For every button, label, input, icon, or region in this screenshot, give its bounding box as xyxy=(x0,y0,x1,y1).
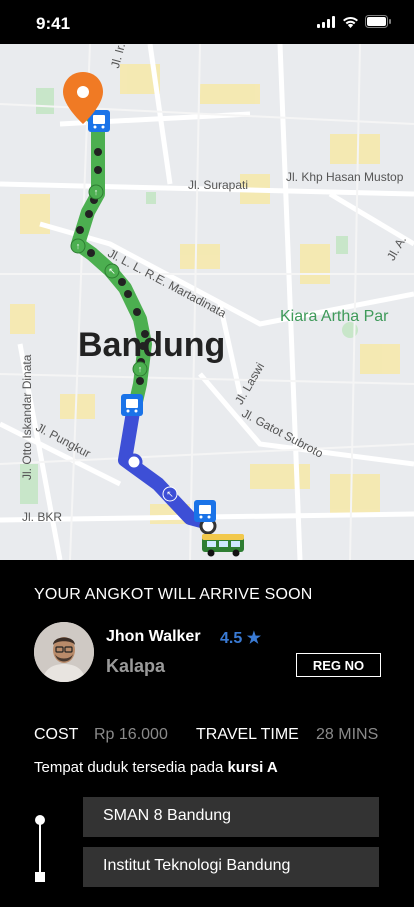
cost-label: COST xyxy=(34,726,79,743)
wifi-icon xyxy=(343,16,358,28)
reg-no-button[interactable]: REG NO xyxy=(296,653,381,677)
svg-text:↑: ↑ xyxy=(94,187,99,197)
destination-field[interactable]: Institut Teknologi Bandung xyxy=(83,847,379,887)
street-label: Jl. Surapati xyxy=(188,178,249,192)
travel-time-value: 28 MINS xyxy=(316,726,379,743)
street-label: Jl. Khp Hasan Mustop xyxy=(286,170,404,184)
route-line-icon xyxy=(35,815,45,882)
travel-time-label: TRAVEL TIME xyxy=(196,726,299,743)
svg-text:↑: ↑ xyxy=(76,241,81,251)
status-icons xyxy=(317,15,392,28)
signal-icon xyxy=(317,15,335,28)
seat-info-text: Tempat duduk tersedia pada xyxy=(34,759,228,776)
seat-info: Tempat duduk tersedia pada kursi A xyxy=(34,759,278,776)
angkot-route-name: Kalapa xyxy=(106,656,166,676)
origin-field[interactable]: SMAN 8 Bandung xyxy=(83,797,379,837)
street-label: Jl. Otto Iskandar Dinata xyxy=(20,354,34,480)
battery-icon xyxy=(365,15,391,28)
driver-photo xyxy=(34,622,94,682)
map-view[interactable]: ↑ ↑ ↖ ↑ ↖ Jl. Ir. H. Jl. Surapati Jl. Kh… xyxy=(0,44,414,560)
street-label: Jl. BKR xyxy=(22,510,63,524)
park-label: Kiara Artha Par xyxy=(280,308,389,325)
driver-name: Jhon Walker xyxy=(106,628,201,645)
driver-rating: 4.5 ★ xyxy=(220,630,262,647)
seat-number: kursi A xyxy=(227,759,278,776)
trip-panel: YOUR ANGKOT WILL ARRIVE SOON Jhon Walker… xyxy=(0,560,414,907)
status-bar: 9:41 xyxy=(0,0,414,44)
status-time: 9:41 xyxy=(36,14,71,33)
bus-stop-icon[interactable] xyxy=(121,394,143,416)
arrival-title: YOUR ANGKOT WILL ARRIVE SOON xyxy=(34,586,313,603)
bus-stop-icon[interactable] xyxy=(194,500,216,522)
cost-value: Rp 16.000 xyxy=(94,726,168,743)
svg-text:↖: ↖ xyxy=(108,266,116,276)
svg-text:↖: ↖ xyxy=(166,489,174,499)
avatar[interactable] xyxy=(34,622,94,682)
svg-text:↑: ↑ xyxy=(138,364,143,374)
city-label: Bandung xyxy=(78,326,226,364)
